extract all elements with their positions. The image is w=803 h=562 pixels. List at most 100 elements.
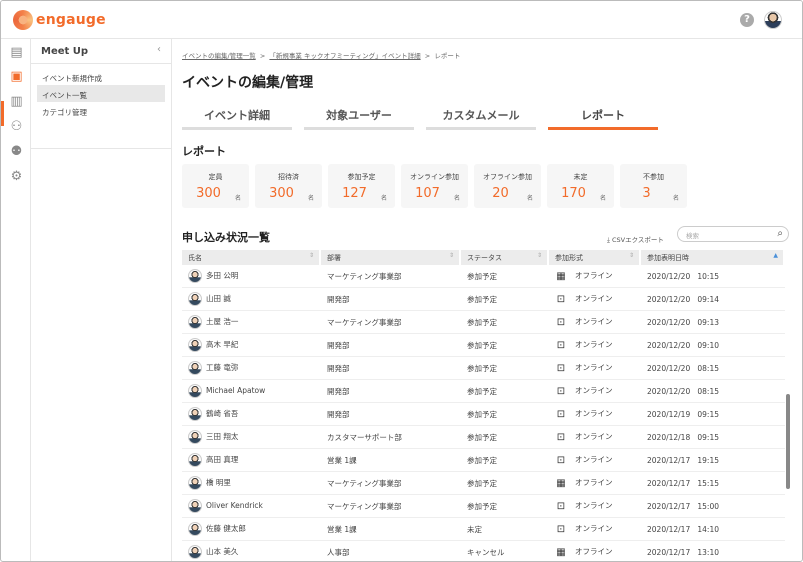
cell-date: 2020/12/20 09:10 (641, 341, 785, 350)
tab-custom-mail[interactable]: カスタムメール (426, 107, 536, 130)
breadcrumb-link[interactable]: イベントの編集/管理一覧 (182, 52, 256, 60)
sidebar-item-list[interactable]: イベント一覧 (37, 85, 165, 102)
format-text: オンライン (575, 524, 613, 534)
cell-name: 高木 早紀 (182, 338, 321, 352)
help-icon[interactable]: ? (740, 13, 754, 27)
sidebar-item-category[interactable]: カテゴリ管理 (37, 102, 165, 119)
stat-card: 定員 300 名 (182, 164, 249, 208)
format-text: オフライン (575, 478, 613, 488)
cell-status: 参加予定 (467, 317, 497, 327)
name-text: Oliver Kendrick (206, 501, 263, 510)
building-icon: ▦ (556, 477, 566, 489)
cell-name: 工藤 竜弥 (182, 361, 321, 375)
laptop-icon: ⊡ (556, 385, 566, 397)
format-text: オンライン (575, 409, 613, 419)
gear-icon[interactable]: ⚙ (9, 169, 24, 184)
col-name[interactable]: 氏名 ⇕ (182, 250, 321, 265)
name-text: 山田 誠 (206, 294, 231, 303)
list-heading: 申し込み状況一覧 (182, 231, 270, 244)
sidebar-item-create[interactable]: イベント新規作成 (37, 68, 165, 85)
stat-card: 参加予定 127 名 (328, 164, 395, 208)
avatar (188, 269, 202, 283)
users-icon[interactable]: ⚉ (9, 144, 24, 159)
logo-text: engauge (36, 12, 106, 28)
date-text: 2020/12/20 (647, 271, 691, 281)
avatar (188, 292, 202, 306)
time-text: 09:15 (697, 432, 720, 442)
breadcrumb-current: レポート (434, 52, 461, 60)
format-text: オフライン (575, 271, 613, 281)
laptop-icon: ⊡ (556, 339, 566, 351)
table-row[interactable]: 山田 誠 開発部 参加予定 ⊡ オンライン 2020/12/20 09:14 (182, 288, 785, 311)
table-row[interactable]: 高木 早紀 開発部 参加予定 ⊡ オンライン 2020/12/20 09:10 (182, 334, 785, 357)
cell-date: 2020/12/17 14:10 (641, 525, 785, 534)
calendar-icon[interactable]: ▣ (9, 69, 24, 84)
logo[interactable]: engauge (13, 10, 106, 30)
building-icon: ▦ (556, 546, 566, 558)
table-row[interactable]: Oliver Kendrick マーケティング事業部 参加予定 ⊡ オンライン 2… (182, 495, 785, 518)
table-row[interactable]: Michael Apatow 開発部 参加予定 ⊡ オンライン 2020/12/2… (182, 380, 785, 403)
table-row[interactable]: 山本 美久 人事部 キャンセル ▦ オフライン 2020/12/17 13:10 (182, 541, 785, 561)
user-settings-icon[interactable]: ⚇ (9, 119, 24, 134)
cell-dept: 営業 1課 (327, 524, 357, 534)
format-text: オンライン (575, 363, 613, 373)
time-text: 15:15 (697, 478, 720, 488)
cell-dept: 人事部 (327, 547, 350, 557)
stat-value: 127 (342, 186, 367, 201)
breadcrumb-link[interactable]: 「新規事業 キックオフミーティング」イベント詳細 (269, 52, 420, 60)
table-row[interactable]: 土屋 浩一 マーケティング事業部 参加予定 ⊡ オンライン 2020/12/20 … (182, 311, 785, 334)
time-text: 13:10 (697, 547, 720, 557)
table-row[interactable]: 工藤 竜弥 開発部 参加予定 ⊡ オンライン 2020/12/20 08:15 (182, 357, 785, 380)
table-row[interactable]: 佐藤 健太郎 営業 1課 未定 ⊡ オンライン 2020/12/17 14:10 (182, 518, 785, 541)
cell-date: 2020/12/20 08:15 (641, 387, 785, 396)
avatar (188, 430, 202, 444)
date-text: 2020/12/17 (647, 501, 691, 511)
cell-dept: 開発部 (327, 340, 350, 350)
name-text: 高田 真理 (206, 455, 239, 464)
stat-unit: 名 (599, 195, 606, 202)
tab-target-users[interactable]: 対象ユーザー (304, 107, 414, 130)
col-format[interactable]: 参加形式 ⇕ (549, 250, 641, 265)
scrollbar[interactable] (786, 394, 790, 489)
format-text: オンライン (575, 386, 613, 396)
table-row[interactable]: 鶴崎 省吾 開発部 参加予定 ⊡ オンライン 2020/12/19 09:15 (182, 403, 785, 426)
tab-event-detail[interactable]: イベント詳細 (182, 107, 292, 130)
report-heading: レポート (182, 145, 226, 158)
laptop-icon: ⊡ (556, 408, 566, 420)
col-status[interactable]: ステータス ⇕ (461, 250, 549, 265)
stat-value: 20 (492, 186, 509, 201)
name-text: 高木 早紀 (206, 340, 239, 349)
stat-card: オンライン参加 107 名 (401, 164, 468, 208)
table-header: 氏名 ⇕ 部署 ⇕ ステータス ⇕ 参加形式 ⇕ 参加表明日時 ▲ (182, 250, 785, 265)
tab-report[interactable]: レポート (548, 107, 658, 130)
laptop-icon: ⊡ (556, 454, 566, 466)
collapse-chevron-icon[interactable]: ‹ (157, 44, 161, 55)
search-icon[interactable]: ⌕ (777, 228, 783, 239)
csv-export-button[interactable]: ⤓ CSVエクスポート (607, 234, 664, 245)
name-text: 橋 明里 (206, 478, 231, 487)
table-row[interactable]: 橋 明里 マーケティング事業部 参加予定 ▦ オフライン 2020/12/17 1… (182, 472, 785, 495)
table-row[interactable]: 多田 公明 マーケティング事業部 参加予定 ▦ オフライン 2020/12/20 … (182, 265, 785, 288)
stat-value: 3 (642, 186, 651, 201)
col-dept[interactable]: 部署 ⇕ (321, 250, 461, 265)
avatar (188, 361, 202, 375)
sort-icon: ⇕ (536, 252, 542, 259)
date-text: 2020/12/19 (647, 409, 691, 419)
col-label: 氏名 (188, 254, 202, 262)
laptop-icon: ⊡ (556, 431, 566, 443)
cell-status: キャンセル (467, 547, 505, 557)
cell-format: ⊡ オンライン (549, 339, 641, 351)
cell-format: ▦ オフライン (549, 270, 641, 282)
search-input[interactable]: 検索 ⌕ (677, 226, 789, 242)
app-window: engauge ? ▤ ▣ ▥ ⚇ ⚉ ⚙ Meet Up ‹ イベント新規作成 … (0, 0, 803, 562)
table-row[interactable]: 三田 翔太 カスタマーサポート部 参加予定 ⊡ オンライン 2020/12/18 … (182, 426, 785, 449)
col-date[interactable]: 参加表明日時 ▲ (641, 250, 785, 265)
user-avatar[interactable] (764, 11, 782, 29)
chart-icon[interactable]: ▥ (9, 94, 24, 109)
icon-rail: ▤ ▣ ▥ ⚇ ⚉ ⚙ (1, 39, 31, 561)
avatar (188, 499, 202, 513)
document-icon[interactable]: ▤ (9, 45, 24, 60)
table-row[interactable]: 高田 真理 営業 1課 参加予定 ⊡ オンライン 2020/12/17 19:15 (182, 449, 785, 472)
cell-format: ⊡ オンライン (549, 293, 641, 305)
date-text: 2020/12/20 (647, 386, 691, 396)
